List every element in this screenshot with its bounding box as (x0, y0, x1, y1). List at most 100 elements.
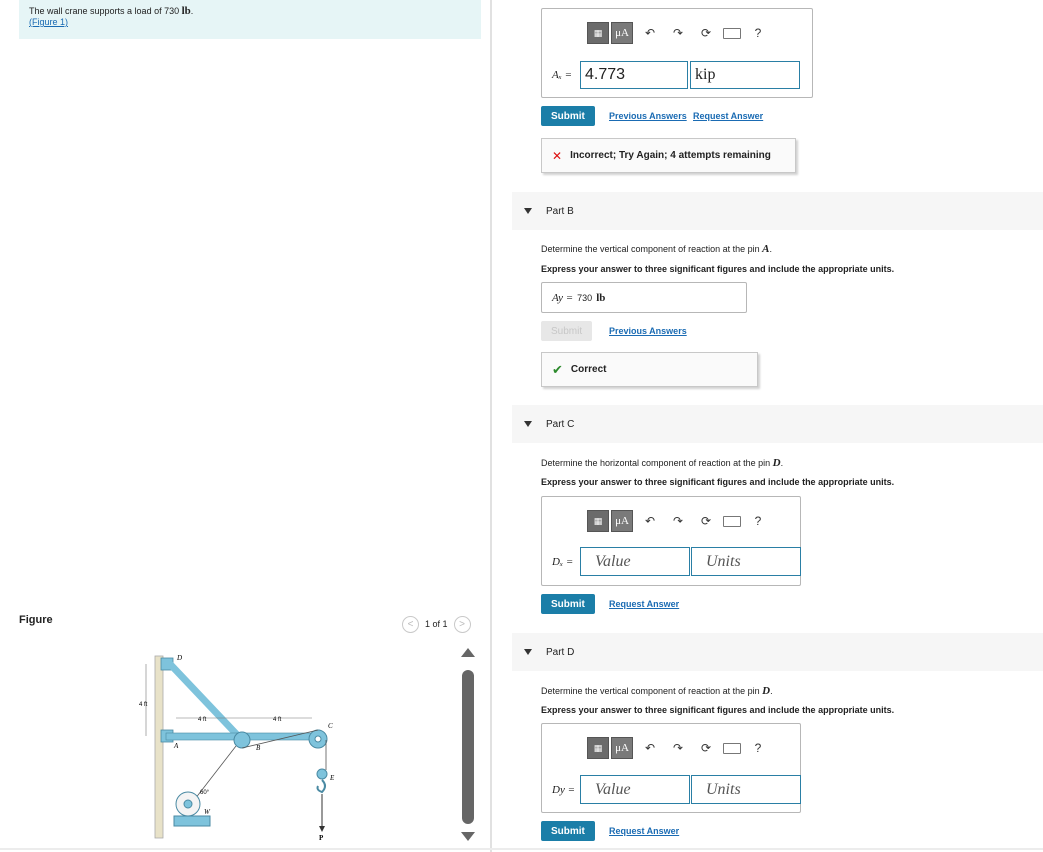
scroll-up-icon[interactable] (461, 648, 475, 657)
correct-check-icon: ✔ (552, 361, 563, 377)
label-e: E (329, 774, 335, 782)
part-b-feedback: ✔ Correct (541, 352, 758, 387)
redo-icon[interactable]: ↷ (667, 510, 689, 532)
undo-icon[interactable]: ↶ (639, 737, 661, 759)
collapse-caret-icon[interactable] (524, 208, 532, 214)
figure-pane: The wall crane supports a load of 730 lb… (0, 0, 490, 852)
strut-db (167, 661, 245, 743)
label-a: A (173, 742, 179, 750)
part-a-feedback-text: Incorrect; Try Again; 4 attempts remaini… (570, 150, 771, 161)
part-a-feedback: ✕ Incorrect; Try Again; 4 attempts remai… (541, 138, 796, 173)
templates-icon[interactable]: ▦ (587, 510, 609, 532)
wall-crane-diagram: D A B C E W P 4 ft 4 ft 4 ft 60° (139, 654, 335, 842)
part-a-value-field[interactable]: 4.773 (580, 61, 688, 89)
redo-icon[interactable]: ↷ (667, 737, 689, 759)
part-a-var-label: Aₓ = (552, 69, 573, 81)
hook (316, 779, 326, 794)
problem-suffix: . (190, 6, 194, 16)
problem-text: The wall crane supports a load of 730 (29, 6, 180, 16)
label-d: D (176, 654, 182, 662)
label-w: W (204, 808, 211, 816)
part-c-title: Part C (546, 418, 575, 430)
part-c-toolbar: ▦ μA ↶ ↷ ⟳ ? (587, 510, 769, 532)
units-button[interactable]: μA (611, 22, 633, 44)
collapse-caret-icon[interactable] (524, 649, 532, 655)
help-icon[interactable]: ? (747, 22, 769, 44)
part-b-var-label: Ay = (552, 291, 574, 304)
help-icon[interactable]: ? (747, 737, 769, 759)
keyboard-icon[interactable] (723, 516, 741, 527)
scroll-down-icon[interactable] (461, 832, 475, 841)
part-c-request-answer-link[interactable]: Request Answer (609, 599, 679, 609)
part-b-answer-display: Ay = 730 lb (541, 282, 747, 313)
help-icon[interactable]: ? (747, 510, 769, 532)
scroll-thumb[interactable] (462, 670, 474, 824)
pager-text: 1 of 1 (425, 619, 448, 629)
questions-pane: ▦ μA ↶ ↷ ⟳ ? Aₓ = 4.773 kip Submit Previ… (492, 0, 1043, 852)
part-c-value-field[interactable]: Value (580, 547, 690, 576)
label-dim-bc: 4 ft (273, 717, 282, 723)
figure-pager: < 1 of 1 > (402, 615, 471, 633)
undo-icon[interactable]: ↶ (639, 510, 661, 532)
part-a-request-answer-link[interactable]: Request Answer (693, 111, 763, 121)
part-d-answer-box: ▦ μA ↶ ↷ ⟳ ? Dy = Value Units (541, 723, 801, 813)
figure-heading: Figure (19, 614, 53, 626)
part-a-submit-button[interactable]: Submit (541, 106, 595, 126)
label-b: B (256, 744, 261, 752)
part-d-var-label: Dy = (552, 784, 575, 796)
part-c-var-label: Dₓ = (552, 556, 574, 568)
part-d-request-answer-link[interactable]: Request Answer (609, 826, 679, 836)
templates-icon[interactable]: ▦ (587, 22, 609, 44)
part-b-header[interactable]: Part B (512, 192, 1043, 230)
part-c-instruction: Express your answer to three significant… (541, 477, 895, 487)
label-angle: 60° (200, 790, 210, 796)
reset-icon[interactable]: ⟳ (695, 737, 717, 759)
label-p: P (319, 834, 324, 842)
templates-icon[interactable]: ▦ (587, 737, 609, 759)
part-c-header[interactable]: Part C (512, 405, 1043, 443)
keyboard-icon[interactable] (723, 743, 741, 754)
part-d-submit-button[interactable]: Submit (541, 821, 595, 841)
part-c-units-field[interactable]: Units (691, 547, 801, 576)
undo-icon[interactable]: ↶ (639, 22, 661, 44)
part-a-answer-box: ▦ μA ↶ ↷ ⟳ ? Aₓ = 4.773 kip (541, 8, 813, 98)
part-a-units-field[interactable]: kip (690, 61, 800, 89)
part-b-answer-value: 730 (577, 292, 593, 303)
part-d-prompt-symbol: D (762, 685, 771, 697)
motor-base (173, 815, 211, 827)
part-c-submit-button[interactable]: Submit (541, 594, 595, 614)
incorrect-icon: ✕ (552, 148, 563, 163)
pulley-b (233, 731, 251, 749)
part-d-header[interactable]: Part D (512, 633, 1043, 671)
part-d-prompt: Determine the vertical component of reac… (541, 685, 773, 697)
wall (154, 655, 164, 839)
units-button[interactable]: μA (611, 510, 633, 532)
units-button[interactable]: μA (611, 737, 633, 759)
collapse-caret-icon[interactable] (524, 421, 532, 427)
part-a-toolbar: ▦ μA ↶ ↷ ⟳ ? (587, 22, 769, 44)
part-d-instruction: Express your answer to three significant… (541, 705, 895, 715)
figure-link[interactable]: (Figure 1) (29, 17, 481, 28)
keyboard-icon[interactable] (723, 28, 741, 39)
part-d-value-field[interactable]: Value (580, 775, 690, 804)
part-b-previous-answers-link[interactable]: Previous Answers (609, 326, 687, 336)
part-d-title: Part D (546, 646, 575, 658)
reset-icon[interactable]: ⟳ (695, 22, 717, 44)
label-c: C (328, 722, 333, 730)
pulley-e (316, 768, 328, 780)
next-figure-button[interactable]: > (453, 615, 471, 633)
problem-unit: lb (181, 5, 191, 17)
part-b-feedback-text: Correct (570, 364, 607, 375)
figure-scrollbar[interactable] (458, 648, 478, 844)
part-b-title: Part B (546, 205, 574, 217)
part-c-prompt: Determine the horizontal component of re… (541, 457, 784, 469)
prev-figure-button[interactable]: < (402, 615, 419, 633)
part-d-units-field[interactable]: Units (691, 775, 801, 804)
part-c-answer-box: ▦ μA ↶ ↷ ⟳ ? Dₓ = Value Units (541, 496, 801, 586)
redo-icon[interactable]: ↷ (667, 22, 689, 44)
part-a-previous-answers-link[interactable]: Previous Answers (609, 111, 687, 121)
part-c-prompt-symbol: D (772, 457, 781, 469)
reset-icon[interactable]: ⟳ (695, 510, 717, 532)
label-dim-vertical: 4 ft (139, 702, 148, 708)
part-b-answer-unit: lb (596, 291, 606, 304)
